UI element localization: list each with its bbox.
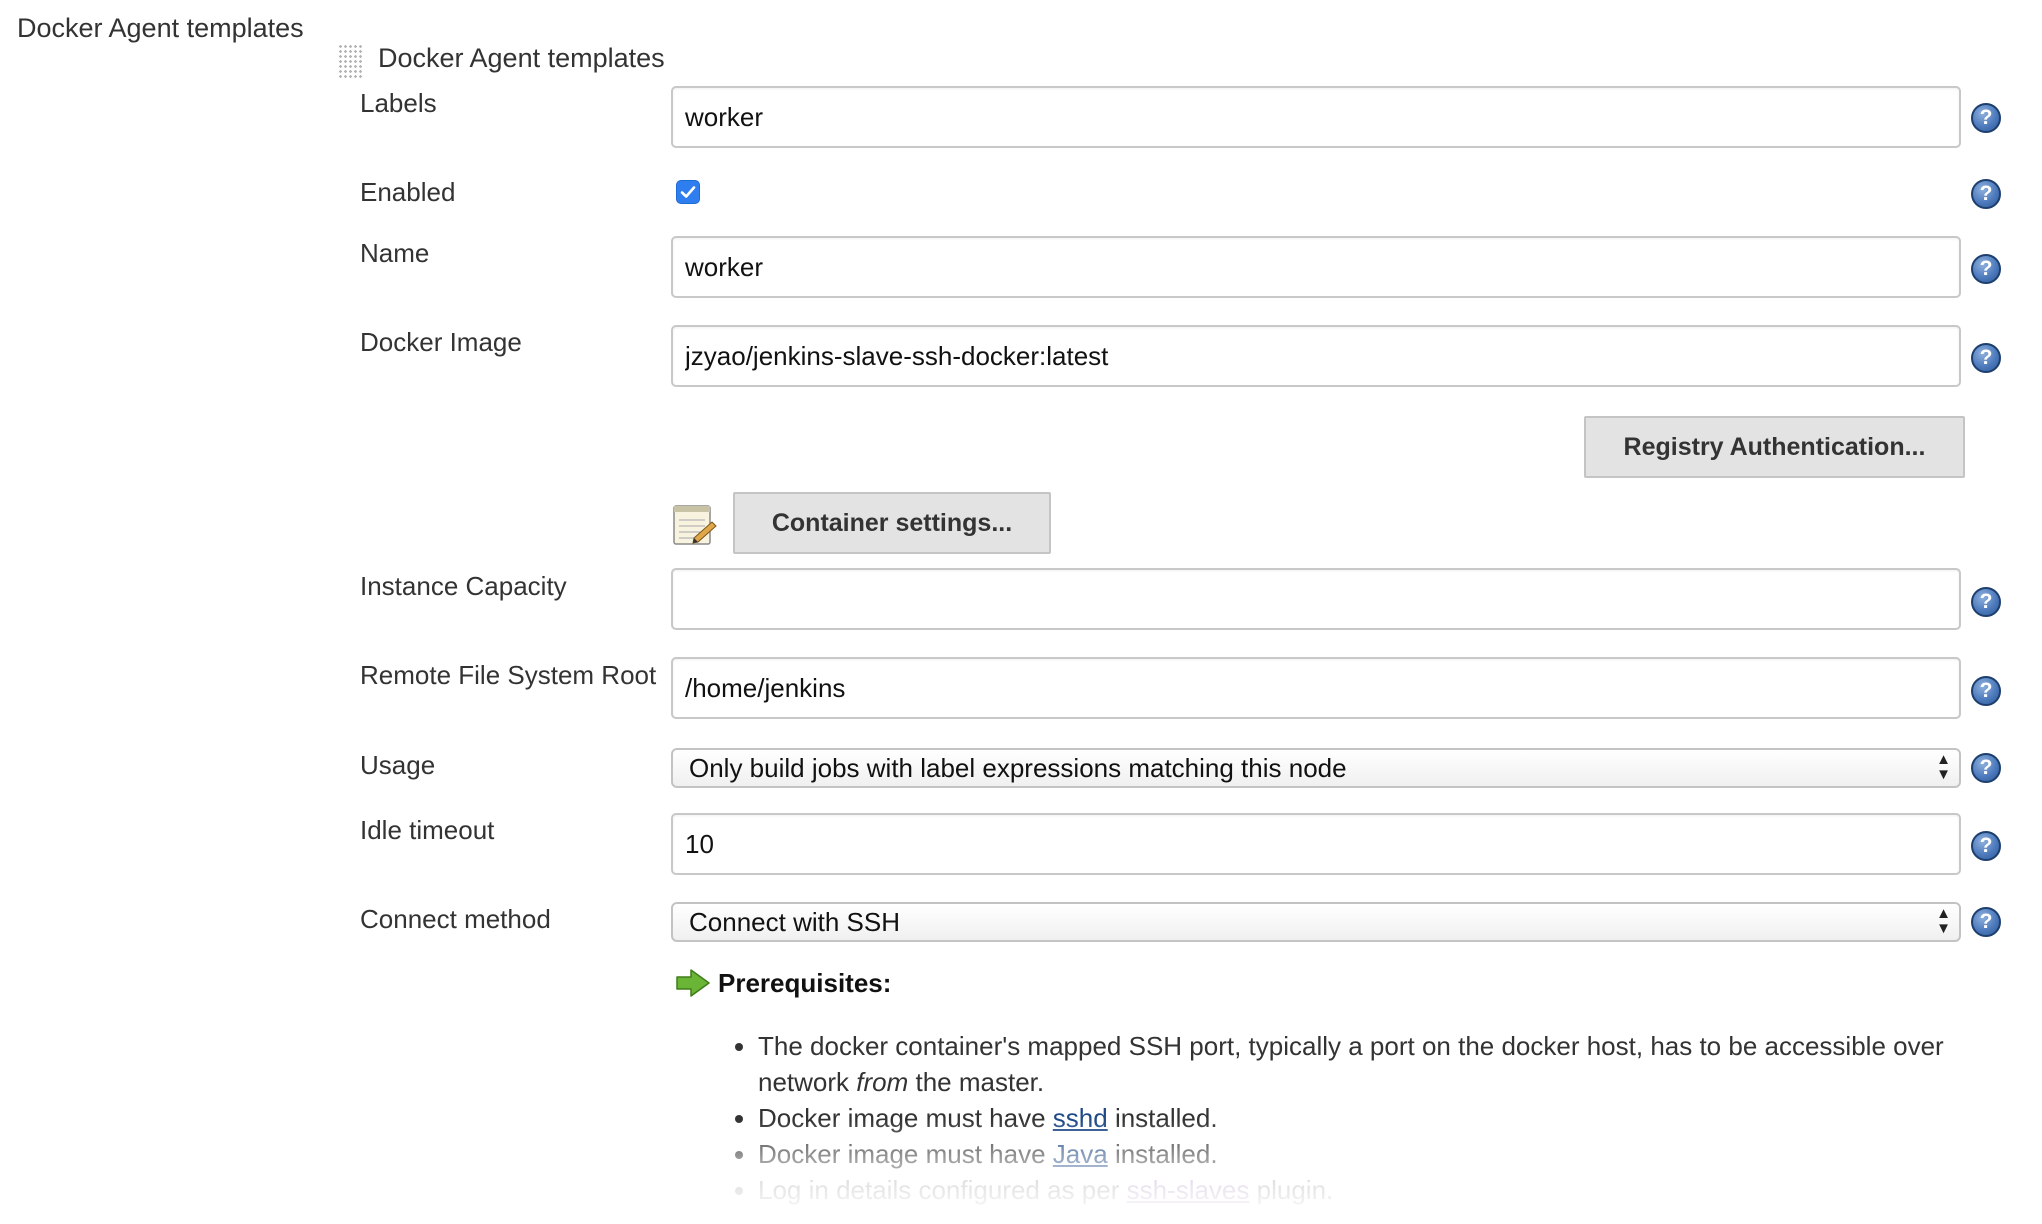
arrow-right-icon [676, 969, 710, 997]
list-item: Docker image must have Java installed. [758, 1136, 1998, 1172]
select-arrows-icon: ▲ ▼ [1936, 905, 1951, 937]
select-arrows-icon: ▲ ▼ [1936, 751, 1951, 783]
list-item: Docker image must have sshd installed. [758, 1100, 1998, 1136]
template-block-title: Docker Agent templates [378, 43, 665, 73]
labels-label: Labels [360, 88, 437, 118]
name-label: Name [360, 238, 430, 268]
java-link[interactable]: Java [1053, 1139, 1108, 1169]
docker-image-help-icon[interactable]: ? [1971, 343, 2001, 373]
enabled-label: Enabled [360, 177, 456, 207]
instance-capacity-input[interactable] [671, 568, 1961, 630]
usage-select[interactable]: Only build jobs with label expressions m… [671, 748, 1961, 788]
prerequisites-list: The docker container's mapped SSH port, … [730, 1028, 1998, 1208]
container-settings-button[interactable]: Container settings... [733, 492, 1051, 554]
remote-fs-root-input[interactable] [671, 657, 1961, 719]
idle-timeout-input[interactable] [671, 813, 1961, 875]
ssh-slaves-link[interactable]: ssh-slaves [1127, 1175, 1250, 1205]
docker-image-label: Docker Image [360, 327, 522, 357]
remote-fs-root-help-icon[interactable]: ? [1971, 676, 2001, 706]
registry-authentication-button[interactable]: Registry Authentication... [1584, 416, 1965, 478]
usage-label: Usage [360, 750, 436, 780]
labels-input[interactable] [671, 86, 1961, 148]
list-item: The docker container's mapped SSH port, … [758, 1028, 1998, 1100]
sshd-link[interactable]: sshd [1053, 1103, 1108, 1133]
instance-capacity-help-icon[interactable]: ? [1971, 587, 2001, 617]
docker-image-input[interactable] [671, 325, 1961, 387]
list-item: Log in details configured as per ssh-sla… [758, 1172, 1998, 1208]
checkmark-icon [680, 186, 696, 198]
usage-selected-value: Only build jobs with label expressions m… [689, 753, 1347, 783]
enabled-checkbox[interactable] [676, 180, 700, 204]
name-input[interactable] [671, 236, 1961, 298]
idle-timeout-label: Idle timeout [360, 815, 495, 845]
connect-method-label: Connect method [360, 904, 551, 934]
remote-fs-root-label: Remote File System Root [360, 660, 657, 690]
connect-method-select[interactable]: Connect with SSH ▲ ▼ [671, 902, 1961, 942]
connect-method-selected-value: Connect with SSH [689, 907, 900, 937]
section-title: Docker Agent templates [17, 13, 304, 43]
prerequisites-title: Prerequisites: [718, 968, 892, 998]
labels-help-icon[interactable]: ? [1971, 103, 2001, 133]
notepad-icon [673, 505, 717, 545]
instance-capacity-label: Instance Capacity [360, 571, 567, 601]
name-help-icon[interactable]: ? [1971, 254, 2001, 284]
drag-handle-icon[interactable] [338, 44, 362, 80]
idle-timeout-help-icon[interactable]: ? [1971, 831, 2001, 861]
usage-help-icon[interactable]: ? [1971, 753, 2001, 783]
connect-method-help-icon[interactable]: ? [1971, 907, 2001, 937]
enabled-help-icon[interactable]: ? [1971, 179, 2001, 209]
